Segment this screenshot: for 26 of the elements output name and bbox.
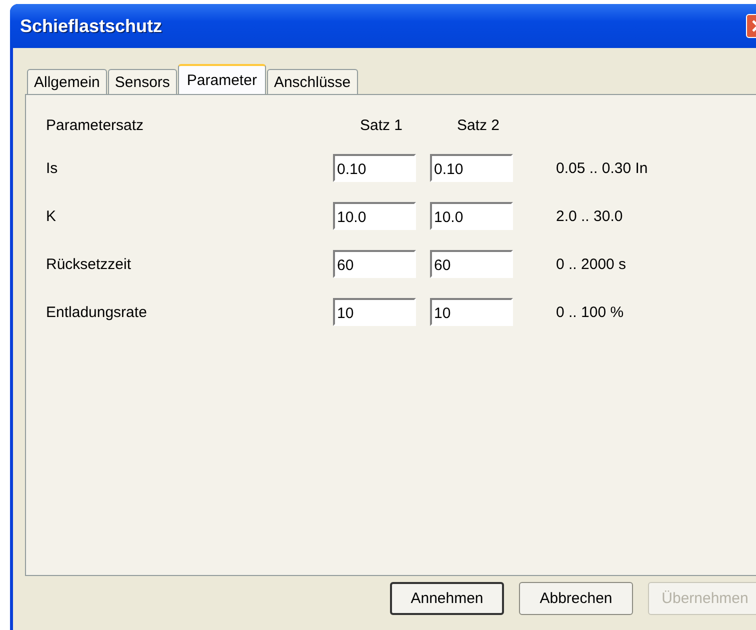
input-field[interactable]: 60 — [430, 250, 513, 278]
input-field[interactable]: 60 — [333, 250, 416, 278]
input-field[interactable]: 10.0 — [333, 202, 416, 230]
section-heading: Parametersatz — [46, 117, 145, 134]
input-field[interactable]: 0.10 — [333, 154, 416, 182]
window-title: Schieflastschutz — [20, 16, 162, 36]
column-header: Satz 1 — [359, 117, 404, 134]
tab[interactable]: Anschlüsse — [266, 69, 358, 94]
range-text: 0 .. 100 % — [555, 304, 625, 320]
column-header: Satz 2 — [456, 117, 501, 134]
dialog-button[interactable]: Abbrechen — [519, 582, 633, 615]
input-field[interactable]: 10 — [430, 298, 513, 326]
parameter-label: Entladungsrate — [46, 304, 148, 320]
input-field[interactable]: 0.10 — [430, 154, 513, 182]
range-text: 2.0 .. 30.0 — [555, 208, 624, 224]
range-text: 0 .. 2000 s — [555, 256, 628, 272]
tab[interactable]: Allgemein — [27, 69, 107, 94]
tab[interactable]: Sensors — [108, 69, 177, 94]
parameter-label: Rücksetzzeit — [46, 256, 132, 272]
input-field[interactable]: 10 — [333, 298, 416, 326]
parameter-label: K — [46, 208, 58, 224]
parameter-label: Is — [46, 160, 59, 176]
range-text: 0.05 .. 0.30 In — [555, 160, 649, 176]
input-field[interactable]: 10.0 — [430, 202, 513, 230]
dialog-button[interactable]: Annehmen — [390, 582, 504, 615]
tab[interactable]: Parameter — [178, 64, 266, 94]
